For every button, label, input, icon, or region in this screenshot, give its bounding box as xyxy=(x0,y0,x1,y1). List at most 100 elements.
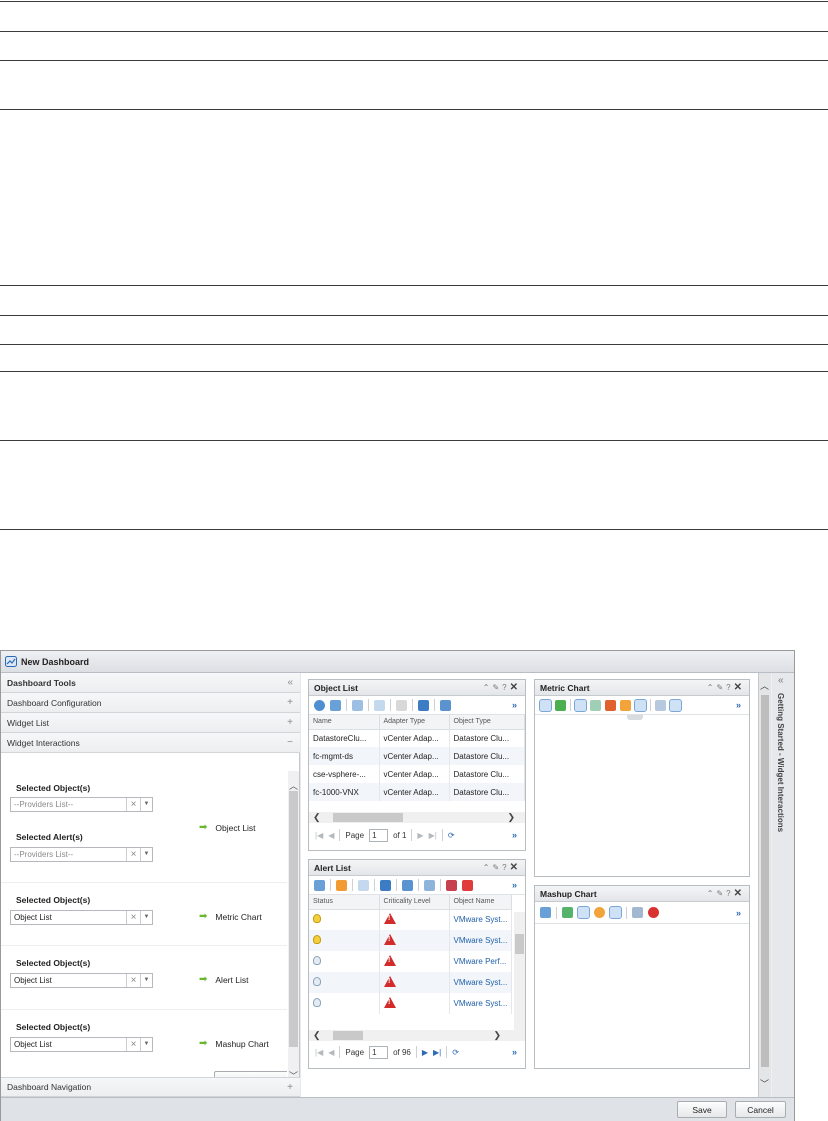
stack-icon[interactable] xyxy=(634,698,647,712)
column-header[interactable]: Name xyxy=(309,715,380,730)
anomaly-icon[interactable] xyxy=(620,699,631,711)
more-icon[interactable]: » xyxy=(736,700,741,710)
export-icon[interactable] xyxy=(418,699,429,711)
scroll-up-icon[interactable]: ︿ xyxy=(760,679,769,692)
accordion-dashboard-configuration[interactable]: Dashboard Configuration + xyxy=(1,693,300,713)
chevron-down-icon[interactable]: ▼ xyxy=(140,911,152,924)
scroll-right-icon[interactable]: ❯ xyxy=(507,812,515,823)
filter-icon[interactable] xyxy=(402,879,413,891)
table-row[interactable]: VMware Perf... xyxy=(309,951,512,972)
line-chart-icon[interactable] xyxy=(574,698,587,712)
collapse-icon[interactable]: ⌃ xyxy=(483,683,493,692)
chevron-down-icon[interactable]: ▼ xyxy=(140,974,152,987)
selected-alerts-combo[interactable]: --Providers List-- × ▼ xyxy=(10,847,153,862)
column-header[interactable]: Object Type xyxy=(449,715,525,730)
refresh-icon[interactable]: ⟳ xyxy=(452,1048,459,1057)
chevron-down-icon[interactable]: ▼ xyxy=(140,798,152,811)
link-icon[interactable] xyxy=(330,699,341,711)
delete-icon[interactable] xyxy=(462,879,473,891)
more-icon[interactable]: » xyxy=(512,830,517,840)
gear-icon[interactable] xyxy=(314,699,325,711)
dashboard-scrollbar[interactable]: ︿ ﹀ xyxy=(759,673,771,1097)
scroll-thumb[interactable] xyxy=(761,695,769,1067)
clear-icon[interactable]: × xyxy=(126,911,140,924)
table-row[interactable]: cse-vsphere-... vCenter Adap... Datastore … xyxy=(309,765,525,783)
dynamic-threshold-icon[interactable] xyxy=(605,699,616,711)
last-page-icon[interactable]: ▶| xyxy=(433,1048,441,1057)
refresh-icon[interactable]: ⟳ xyxy=(448,831,455,840)
horizontal-scrollbar[interactable]: ❮ ❯ xyxy=(309,1030,525,1041)
close-icon[interactable]: ✕ xyxy=(734,888,745,899)
chevron-down-icon[interactable]: ▼ xyxy=(140,848,152,861)
scroll-left-icon[interactable]: ❮ xyxy=(313,812,321,823)
group-icon[interactable] xyxy=(424,879,435,891)
first-page-icon[interactable]: |◀ xyxy=(315,1048,323,1057)
zoom-icon[interactable] xyxy=(655,699,666,711)
accordion-dashboard-navigation[interactable]: Dashboard Navigation + xyxy=(1,1077,300,1097)
page-input[interactable]: 1 xyxy=(369,828,389,842)
pan-icon[interactable] xyxy=(594,907,605,918)
trend-icon[interactable] xyxy=(590,699,601,711)
expand-panel-icon[interactable]: « xyxy=(778,675,784,686)
toolbar-expander[interactable] xyxy=(627,715,643,720)
copy-icon[interactable] xyxy=(374,699,385,711)
stack-icon[interactable] xyxy=(609,906,622,919)
next-page-icon[interactable]: ▶ xyxy=(417,831,423,840)
link-icon[interactable] xyxy=(540,907,551,918)
edit-icon[interactable]: ✎ xyxy=(492,863,502,872)
accordion-widget-list[interactable]: Widget List + xyxy=(1,713,300,733)
zoom-fit-icon[interactable] xyxy=(669,698,682,712)
first-page-icon[interactable]: |◀ xyxy=(315,831,323,840)
scroll-right-icon[interactable]: ❯ xyxy=(493,1030,501,1041)
zoom-icon[interactable] xyxy=(577,906,590,919)
alert-icon[interactable] xyxy=(648,907,659,918)
table-row[interactable]: VMware Syst... xyxy=(309,993,512,1014)
getting-started-tab[interactable]: « Getting Started - Widget Interactions xyxy=(772,673,794,1097)
scroll-thumb[interactable] xyxy=(289,791,298,1047)
expand-icon[interactable] xyxy=(562,907,573,918)
rss-icon[interactable] xyxy=(336,879,347,891)
scroll-thumb[interactable] xyxy=(333,813,403,822)
clear-icon[interactable]: × xyxy=(126,1038,140,1051)
edit-icon[interactable]: ✎ xyxy=(716,889,726,898)
column-header[interactable]: Status xyxy=(309,895,380,910)
column-header[interactable]: Criticality Level xyxy=(379,895,450,910)
scroll-thumb[interactable] xyxy=(515,934,524,954)
area-chart-icon[interactable] xyxy=(555,699,566,711)
object-name-link[interactable]: VMware Syst... xyxy=(449,930,512,951)
close-icon[interactable]: ✕ xyxy=(510,682,521,693)
object-name-link[interactable]: VMware Perf... xyxy=(449,951,512,972)
expand-icon[interactable]: + xyxy=(287,717,293,728)
expand-icon[interactable]: + xyxy=(287,697,293,708)
selected-objects-combo[interactable]: Object List × ▼ xyxy=(10,910,153,925)
accordion-widget-interactions[interactable]: Widget Interactions − xyxy=(1,733,300,753)
save-button[interactable]: Save xyxy=(677,1101,727,1118)
interactions-scrollbar[interactable]: ︿ ﹀ xyxy=(288,771,299,1097)
table-row[interactable]: fc-1000-VNX vCenter Adap... Datastore Clu.… xyxy=(309,783,525,801)
table-row[interactable]: DatastoreClu... vCenter Adap... Datastore … xyxy=(309,729,525,747)
filter-icon[interactable] xyxy=(440,699,451,711)
help-icon[interactable]: ? xyxy=(726,889,733,898)
table-row[interactable]: VMware Syst... xyxy=(309,930,512,951)
report-icon[interactable] xyxy=(446,879,457,891)
object-name-link[interactable]: VMware Syst... xyxy=(449,909,512,930)
object-name-link[interactable]: VMware Syst... xyxy=(449,993,512,1014)
collapse-icon[interactable]: ⌃ xyxy=(707,683,717,692)
collapse-icon[interactable]: ⌃ xyxy=(707,889,717,898)
edit-icon[interactable]: ✎ xyxy=(492,683,502,692)
more-icon[interactable]: » xyxy=(512,880,517,890)
selected-objects-combo[interactable]: --Providers List-- × ▼ xyxy=(10,797,153,812)
close-icon[interactable]: ✕ xyxy=(734,682,745,693)
page-input[interactable]: 1 xyxy=(369,1045,389,1059)
close-icon[interactable]: ✕ xyxy=(510,862,521,873)
scroll-thumb[interactable] xyxy=(333,1031,363,1040)
table-row[interactable]: VMware Syst... xyxy=(309,972,512,993)
help-icon[interactable]: ? xyxy=(502,863,509,872)
more-icon[interactable]: » xyxy=(736,908,741,918)
horizontal-scrollbar[interactable]: ❮ ❯ xyxy=(309,812,525,823)
metric-picker-icon[interactable] xyxy=(539,698,552,712)
column-header[interactable]: Object Name xyxy=(449,895,512,910)
scroll-down-icon[interactable]: ﹀ xyxy=(760,1077,769,1090)
collapse-icon[interactable]: « xyxy=(287,677,293,688)
help-icon[interactable]: ? xyxy=(502,683,509,692)
